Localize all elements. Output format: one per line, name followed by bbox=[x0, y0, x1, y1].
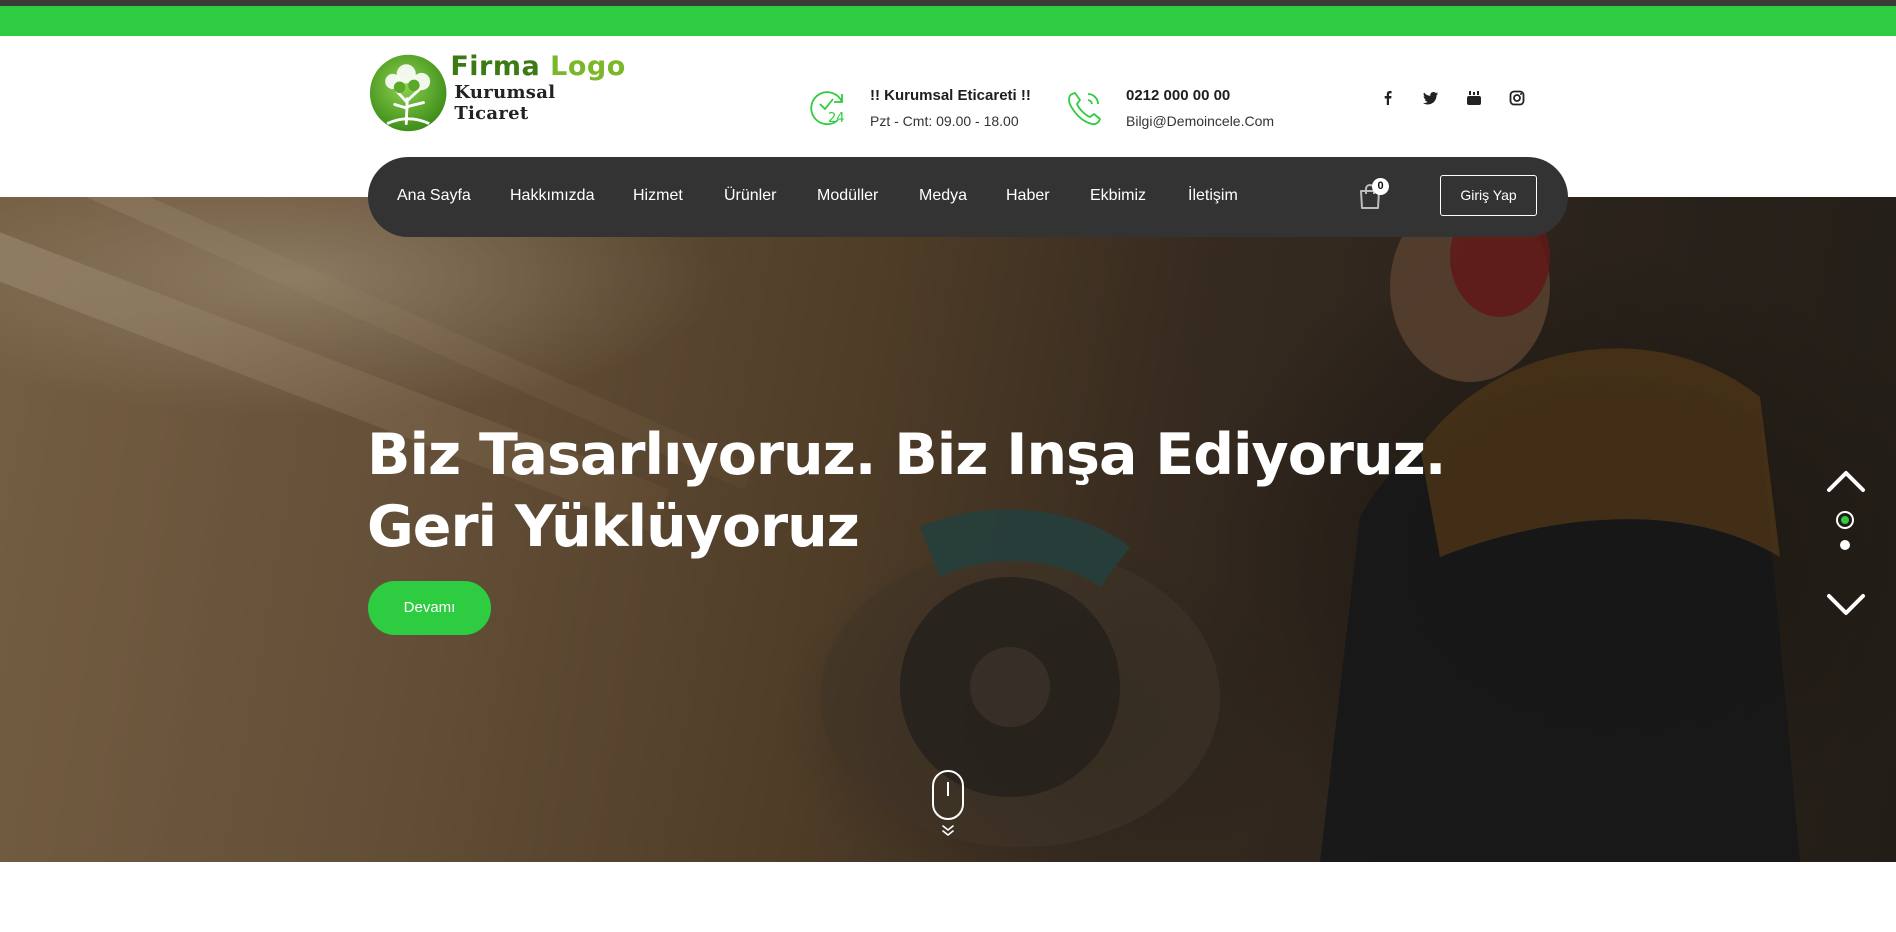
logo-tagline: Kurumsal Ticaret bbox=[454, 82, 556, 124]
instagram-icon[interactable] bbox=[1507, 88, 1527, 108]
svg-text:24: 24 bbox=[828, 111, 845, 126]
info-phone-number[interactable]: 0212 000 00 00 bbox=[1126, 86, 1274, 106]
info-hours-title: !! Kurumsal Eticareti !! bbox=[870, 87, 1031, 104]
hero-title-line2: Geri Yüklüyoruz bbox=[367, 494, 860, 560]
slider-next-chevron-down-icon[interactable] bbox=[1826, 592, 1866, 618]
clock-24-icon: 24 bbox=[810, 91, 845, 126]
scroll-down-chevrons-icon[interactable] bbox=[940, 824, 956, 838]
slider-dot[interactable] bbox=[1840, 540, 1850, 550]
youtube-icon[interactable] bbox=[1464, 88, 1484, 108]
slider-dot-active[interactable] bbox=[1836, 511, 1854, 529]
nav-item-services[interactable]: Hizmet bbox=[633, 186, 683, 206]
hero-slider: Biz Tasarlıyoruz. Biz Inşa Ediyoruz. Ger… bbox=[0, 197, 1896, 862]
logo-name-part1: Firma bbox=[450, 51, 541, 82]
nav-item-about[interactable]: Hakkımızda bbox=[510, 186, 594, 206]
info-email[interactable]: Bilgi@Demoincele.Com bbox=[1126, 111, 1274, 131]
main-nav: Ana Sayfa Hakkımızda Hizmet Ürünler Modü… bbox=[368, 157, 1568, 237]
hero-title-line1: Biz Tasarlıyoruz. Biz Inşa Ediyoruz. bbox=[367, 422, 1446, 488]
info-hours-subtitle: Pzt - Cmt: 09.00 - 18.00 bbox=[870, 113, 1019, 129]
login-button[interactable]: Giriş Yap bbox=[1440, 175, 1537, 216]
slider-prev-chevron-up-icon[interactable] bbox=[1826, 468, 1866, 494]
top-green-bar bbox=[0, 6, 1896, 36]
phone-icon bbox=[1068, 92, 1101, 126]
nav-item-products[interactable]: Ürünler bbox=[724, 186, 776, 206]
nav-item-media[interactable]: Medya bbox=[919, 186, 967, 206]
nav-item-modules[interactable]: Modüller bbox=[817, 186, 878, 206]
nav-item-contact[interactable]: İletişim bbox=[1188, 186, 1238, 206]
contact-info: 0212 000 00 00 Bilgi@Demoincele.Com bbox=[1064, 86, 1274, 131]
cart-count-badge: 0 bbox=[1372, 178, 1389, 195]
tree-logo-icon bbox=[369, 54, 447, 132]
nav-item-news[interactable]: Haber bbox=[1006, 186, 1050, 206]
logo[interactable]: Firma Logo Kurumsal Ticaret bbox=[368, 50, 628, 136]
nav-item-team[interactable]: Ekbimiz bbox=[1090, 186, 1146, 206]
working-hours-info: 24 !! Kurumsal Eticareti !! Pzt - Cmt: 0… bbox=[808, 86, 1031, 131]
twitter-icon[interactable] bbox=[1421, 88, 1441, 108]
facebook-icon[interactable] bbox=[1378, 88, 1398, 108]
nav-item-home[interactable]: Ana Sayfa bbox=[397, 186, 471, 206]
hero-more-button[interactable]: Devamı bbox=[368, 581, 491, 635]
scroll-mouse-icon[interactable] bbox=[932, 770, 964, 820]
logo-name-part2: Logo bbox=[550, 51, 626, 82]
hero-title: Biz Tasarlıyoruz. Biz Inşa Ediyoruz. Ger… bbox=[367, 419, 1467, 563]
